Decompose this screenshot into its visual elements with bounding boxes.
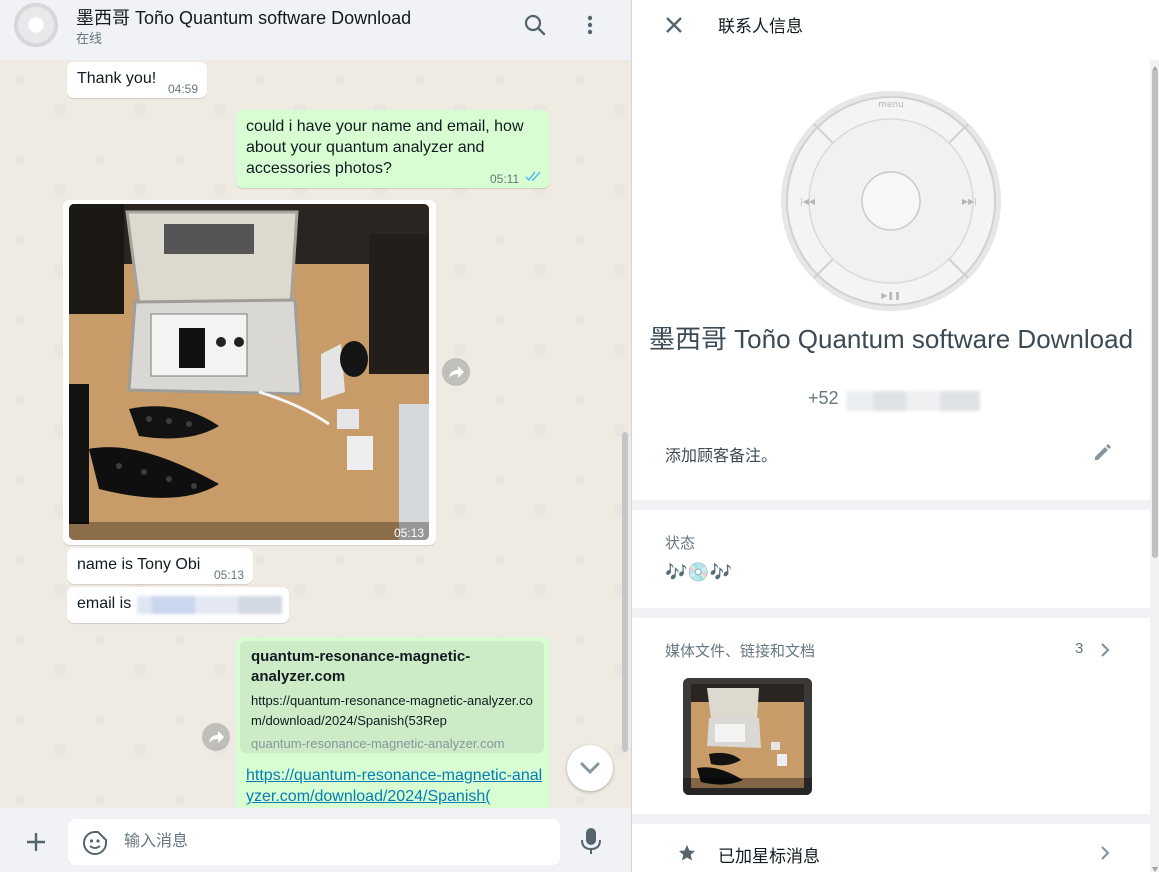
message-time: 04:59	[168, 82, 199, 96]
status-value: 🎶💿🎶	[665, 562, 733, 582]
redacted-email	[137, 596, 282, 614]
edit-pencil-icon[interactable]	[1093, 442, 1113, 462]
message-incoming[interactable]: Thank you! 04:59	[67, 62, 207, 98]
scroll-down-arrow-icon[interactable]	[1152, 860, 1158, 872]
link-preview-domain: quantum-resonance-magnetic-analyzer.com	[251, 736, 505, 751]
message-time: 05:13	[394, 526, 425, 540]
starred-messages-row[interactable]: 已加星标消息	[632, 824, 1150, 872]
message-text: name is Tony Obi	[77, 556, 201, 573]
media-card: 媒体文件、链接和文档 3	[632, 618, 1150, 814]
chat-header[interactable]: 墨西哥 Toño Quantum software Download 在线	[0, 0, 631, 60]
chat-status: 在线	[76, 31, 103, 46]
message-incoming[interactable]: name is Tony Obi 05:13	[67, 548, 253, 584]
svg-text:|◀◀: |◀◀	[800, 197, 816, 206]
profile-photo[interactable]: menu |◀◀ ▶▶| ▶❚❚	[780, 90, 1002, 312]
search-icon[interactable]	[522, 12, 548, 38]
forward-icon[interactable]	[202, 723, 230, 751]
media-thumbnail[interactable]	[683, 678, 812, 795]
svg-text:▶❚❚: ▶❚❚	[881, 291, 901, 300]
info-title: 联系人信息	[718, 17, 803, 36]
sticker-emoji-icon[interactable]	[82, 830, 108, 856]
starred-messages-label: 已加星标消息	[718, 847, 820, 866]
message-input[interactable]	[124, 819, 544, 865]
contact-avatar[interactable]	[14, 3, 58, 47]
svg-text:menu: menu	[878, 100, 904, 110]
status-card: 状态 🎶💿🎶	[632, 510, 1150, 608]
composer	[0, 808, 631, 872]
link-preview-title: quantum-resonance-magnetic-analyzer.com	[251, 648, 471, 685]
image-message[interactable]: 05:13	[63, 200, 436, 545]
message-input-box[interactable]	[68, 819, 560, 865]
scroll-up-arrow-icon[interactable]	[1152, 60, 1158, 71]
profile-phone: +52	[808, 388, 839, 408]
link-preview[interactable]: quantum-resonance-magnetic-analyzer.com …	[240, 641, 544, 753]
message-time: 05:13	[214, 568, 245, 582]
scroll-to-bottom-button[interactable]	[567, 745, 613, 791]
message-scrollbar[interactable]	[622, 432, 628, 752]
message-link[interactable]: https://quantum-resonance-magnetic-analy…	[246, 765, 544, 807]
chevron-right-icon[interactable]	[1098, 641, 1112, 659]
media-count: 3	[1075, 640, 1084, 657]
chat-pane: 墨西哥 Toño Quantum software Download 在线 Th…	[0, 0, 631, 872]
info-header: 联系人信息	[632, 0, 1159, 60]
close-icon[interactable]	[662, 13, 686, 37]
profile-name: 墨西哥 Toño Quantum software Download	[648, 324, 1134, 354]
info-scrollbar[interactable]	[1150, 60, 1159, 872]
message-outgoing[interactable]: could i have your name and email, how ab…	[236, 110, 550, 188]
read-ticks-icon	[525, 168, 543, 182]
link-preview-url: https://quantum-resonance-magnetic-analy…	[251, 693, 533, 728]
message-list[interactable]: Thank you! 04:59 could i have your name …	[0, 60, 631, 808]
info-scroll-thumb[interactable]	[1152, 70, 1158, 558]
message-photo[interactable]	[69, 204, 429, 540]
message-text: Thank you!	[77, 70, 157, 87]
microphone-icon[interactable]	[578, 826, 604, 856]
message-time: 05:11	[490, 172, 520, 186]
redacted-phone	[846, 391, 980, 411]
profile-card: menu |◀◀ ▶▶| ▶❚❚ 墨西哥 Toño Quantum softwa…	[632, 60, 1150, 500]
chevron-right-icon[interactable]	[1098, 844, 1112, 862]
media-links-docs-label[interactable]: 媒体文件、链接和文档	[665, 640, 815, 661]
contact-info-pane: 联系人信息 menu |◀◀ ▶▶| ▶❚❚ 墨西哥 Toño Quantum …	[631, 0, 1159, 872]
status-label: 状态	[665, 535, 696, 552]
star-icon	[678, 844, 696, 862]
forward-icon[interactable]	[442, 358, 470, 386]
message-incoming[interactable]: email is	[67, 587, 289, 623]
menu-icon[interactable]	[577, 12, 603, 38]
customer-note-label[interactable]: 添加顾客备注。	[665, 442, 777, 466]
message-text: email is	[77, 595, 132, 612]
attach-icon[interactable]	[22, 828, 50, 856]
chat-title[interactable]: 墨西哥 Toño Quantum software Download	[76, 4, 411, 30]
svg-text:▶▶|: ▶▶|	[962, 197, 977, 206]
link-message[interactable]: quantum-resonance-magnetic-analyzer.com …	[236, 637, 550, 808]
